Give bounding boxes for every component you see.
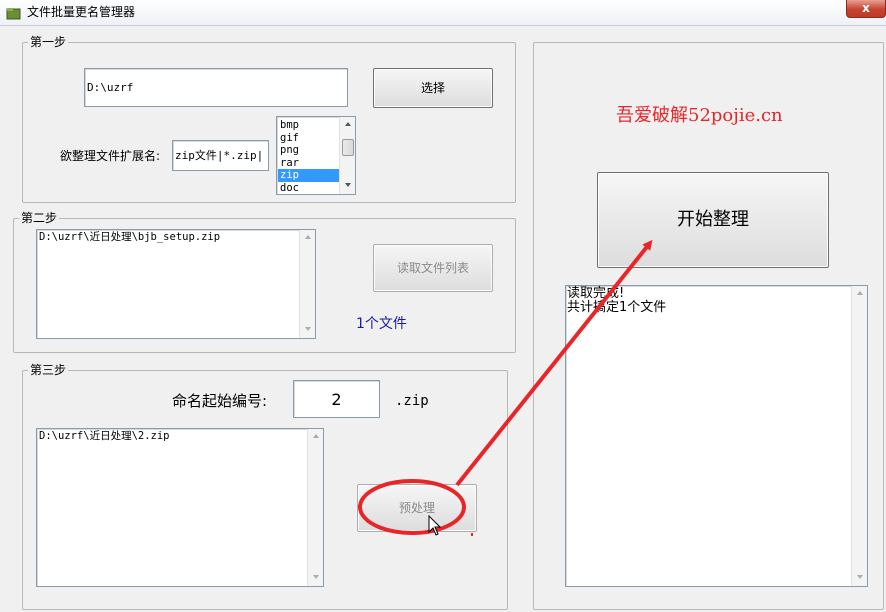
- log-line: 共计搞定1个文件: [567, 300, 667, 315]
- ext-input[interactable]: zip文件|*.zip|: [172, 140, 269, 171]
- step1-group: [22, 42, 516, 203]
- log-line: 读取完成!: [567, 286, 625, 301]
- close-button[interactable]: x: [846, 0, 886, 18]
- scroll-down-arrow-icon[interactable]: [857, 575, 863, 579]
- file-count-label: 1个文件: [356, 316, 407, 332]
- file-list-item[interactable]: D:\uzrf\近日处理\bjb_setup.zip: [37, 231, 220, 244]
- step1-title: 第一步: [28, 35, 69, 49]
- ext-label: 欲整理文件扩展名:: [60, 149, 161, 163]
- watermark-text: 吾爱破解52pojie.cn: [616, 105, 783, 126]
- scroll-up-arrow-icon[interactable]: [345, 122, 351, 126]
- scroll-up-arrow-icon[interactable]: [857, 291, 863, 295]
- scroll-down-arrow-icon[interactable]: [345, 183, 351, 187]
- step2-title: 第二步: [19, 211, 60, 225]
- preprocess-button[interactable]: 预处理: [357, 484, 477, 532]
- path-input[interactable]: D:\uzrf: [84, 68, 348, 107]
- scrollbar-thumb[interactable]: [342, 139, 354, 156]
- ext-list-item-rar[interactable]: rar: [278, 157, 340, 170]
- start-organize-button[interactable]: 开始整理: [597, 172, 829, 268]
- preview-list-box[interactable]: D:\uzrf\近日处理\2.zip: [36, 428, 324, 587]
- start-number-label: 命名起始编号:: [172, 392, 268, 410]
- ext-list-item-zip[interactable]: zip: [278, 169, 340, 182]
- ext-list-item-gif[interactable]: gif: [278, 132, 340, 145]
- ext-listbox[interactable]: bmp gif png rar zip doc: [276, 116, 356, 195]
- scroll-down-arrow-icon[interactable]: [313, 575, 319, 579]
- folder-icon: [6, 8, 21, 20]
- scroll-up-arrow-icon[interactable]: [305, 235, 311, 239]
- file-list-scrollbar[interactable]: [299, 230, 315, 338]
- preview-list-item[interactable]: D:\uzrf\近日处理\2.zip: [37, 430, 170, 443]
- ext-list-item-png[interactable]: png: [278, 144, 340, 157]
- step3-title: 第三步: [28, 363, 69, 377]
- file-list-box[interactable]: D:\uzrf\近日处理\bjb_setup.zip: [36, 229, 316, 339]
- log-scrollbar[interactable]: [851, 286, 867, 586]
- window-title: 文件批量更名管理器: [27, 5, 136, 19]
- ext-list-item-doc[interactable]: doc: [278, 182, 340, 195]
- select-button[interactable]: 选择: [373, 68, 493, 108]
- log-box[interactable]: 读取完成! 共计搞定1个文件: [565, 285, 868, 587]
- preview-list-scrollbar[interactable]: [307, 429, 323, 586]
- ext-list-scrollbar[interactable]: [339, 117, 355, 194]
- read-file-list-button[interactable]: 读取文件列表: [373, 244, 493, 292]
- scroll-up-arrow-icon[interactable]: [313, 434, 319, 438]
- mouse-pointer-icon: [428, 515, 442, 536]
- ext-list-item-bmp[interactable]: bmp: [278, 119, 340, 132]
- scroll-down-arrow-icon[interactable]: [305, 327, 311, 331]
- start-number-input[interactable]: 2: [293, 380, 380, 418]
- ext-suffix-label: .zip: [395, 393, 429, 409]
